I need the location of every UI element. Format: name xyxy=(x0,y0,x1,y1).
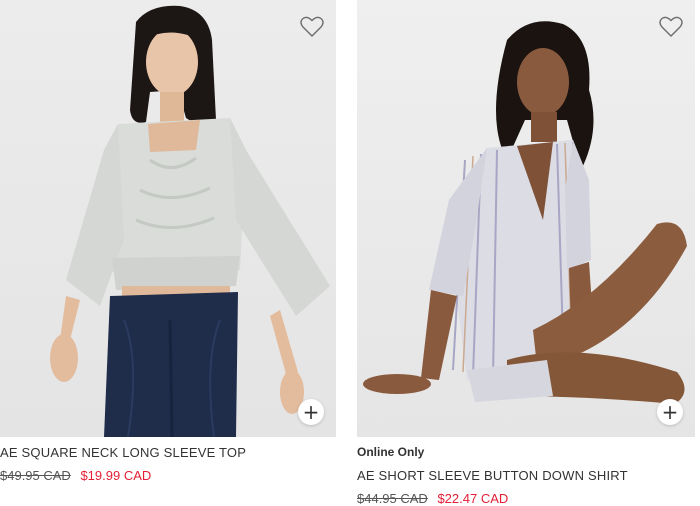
product-name[interactable]: AE SHORT SLEEVE BUTTON DOWN SHIRT xyxy=(357,468,695,483)
quick-add-plus-icon[interactable]: + xyxy=(298,399,324,425)
heart-outline-icon[interactable] xyxy=(300,16,324,38)
heart-outline-icon[interactable] xyxy=(659,16,683,38)
product-card[interactable]: + Online Only AE SHORT SLEEVE BUTTON DOW… xyxy=(357,0,695,506)
product-image[interactable]: + xyxy=(0,0,336,437)
original-price: $44.95 CAD xyxy=(357,491,428,506)
product-photo-model xyxy=(50,5,330,437)
original-price: $49.95 CAD xyxy=(0,468,71,483)
online-only-badge: Online Only xyxy=(357,445,425,459)
product-photo-model xyxy=(363,21,687,404)
quick-add-plus-icon[interactable]: + xyxy=(657,399,683,425)
product-info: Online Only AE SHORT SLEEVE BUTTON DOWN … xyxy=(357,437,695,506)
product-card[interactable]: + AE SQUARE NECK LONG SLEEVE TOP $49.95 … xyxy=(0,0,336,483)
sale-price: $22.47 CAD xyxy=(437,491,509,506)
product-info: AE SQUARE NECK LONG SLEEVE TOP $49.95 CA… xyxy=(0,437,336,483)
product-image[interactable]: + xyxy=(357,0,695,437)
product-name[interactable]: AE SQUARE NECK LONG SLEEVE TOP xyxy=(0,445,336,460)
product-prices: $44.95 CAD $22.47 CAD xyxy=(357,491,695,506)
sale-price: $19.99 CAD xyxy=(80,468,152,483)
product-prices: $49.95 CAD $19.99 CAD xyxy=(0,468,336,483)
